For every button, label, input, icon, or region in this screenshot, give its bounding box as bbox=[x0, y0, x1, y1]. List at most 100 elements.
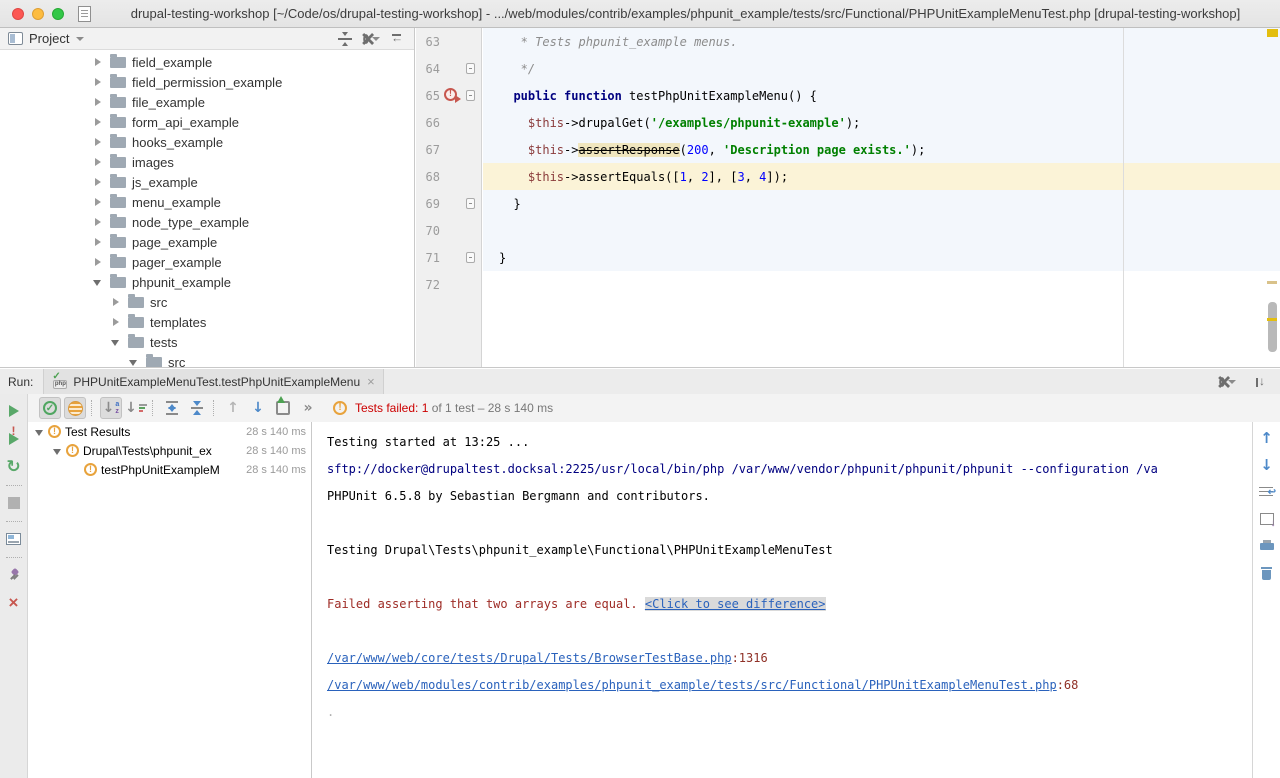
collapse-arrow-icon[interactable] bbox=[93, 277, 103, 287]
print-icon[interactable] bbox=[1256, 535, 1278, 557]
project-tree-item-images[interactable]: images bbox=[0, 152, 414, 172]
previous-failed-test-button[interactable]: ↑ bbox=[222, 397, 244, 419]
gear-icon[interactable] bbox=[362, 30, 380, 48]
more-actions-icon[interactable]: » bbox=[297, 397, 319, 419]
project-tree-item-field_permission_example[interactable]: field_permission_example bbox=[0, 72, 414, 92]
expand-arrow-icon[interactable] bbox=[111, 317, 121, 327]
project-tree-item-field_example[interactable]: field_example bbox=[0, 52, 414, 72]
project-tree-item-node_type_example[interactable]: node_type_example bbox=[0, 212, 414, 232]
import-test-results-button[interactable] bbox=[272, 397, 294, 419]
test-failed-gutter-icon[interactable]: ! bbox=[444, 88, 457, 101]
collapse-arrow-icon[interactable] bbox=[129, 357, 139, 367]
gutter-cell[interactable]: 67 bbox=[416, 136, 483, 163]
fold-marker-icon[interactable] bbox=[466, 63, 475, 74]
expand-arrow-icon[interactable] bbox=[93, 177, 103, 187]
expand-arrow-icon[interactable] bbox=[93, 57, 103, 67]
project-panel-title[interactable]: Project bbox=[29, 31, 69, 46]
project-tree-item-templates[interactable]: templates bbox=[0, 312, 414, 332]
project-tree-item-hooks_example[interactable]: hooks_example bbox=[0, 132, 414, 152]
gutter-cell[interactable]: 63 bbox=[416, 28, 483, 55]
gutter-cell[interactable]: 72 bbox=[416, 271, 483, 298]
chevron-down-icon[interactable] bbox=[76, 37, 84, 41]
close-tab-icon[interactable]: × bbox=[367, 375, 375, 388]
test-tree-item[interactable]: !Test Results28 s 140 ms bbox=[29, 422, 311, 441]
soft-wrap-icon[interactable] bbox=[1256, 481, 1278, 503]
sort-alphabetically-button[interactable]: ↓az bbox=[100, 397, 122, 419]
file-status-warning-marker[interactable] bbox=[1267, 29, 1278, 37]
expand-arrow-icon[interactable] bbox=[93, 97, 103, 107]
project-tree-item-form_api_example[interactable]: form_api_example bbox=[0, 112, 414, 132]
expand-all-button[interactable] bbox=[161, 397, 183, 419]
run-tab[interactable]: ✓php PHPUnitExampleMenuTest.testPhpUnitE… bbox=[43, 369, 383, 394]
up-stacktrace-icon[interactable]: ↑ bbox=[1256, 427, 1278, 449]
test-tree-item[interactable]: !Drupal\Tests\phpunit_ex28 s 140 ms bbox=[29, 441, 311, 460]
gutter-cell[interactable]: 66 bbox=[416, 109, 483, 136]
console-hyperlink[interactable]: /var/www/web/core/tests/Drupal/Tests/Bro… bbox=[327, 651, 732, 665]
project-tree-item-file_example[interactable]: file_example bbox=[0, 92, 414, 112]
test-tree-item[interactable]: !testPhpUnitExampleM28 s 140 ms bbox=[29, 460, 311, 479]
expand-arrow-icon[interactable] bbox=[93, 217, 103, 227]
expand-arrow-icon[interactable] bbox=[111, 297, 121, 307]
pin-tab-icon[interactable] bbox=[3, 564, 25, 586]
gutter-cell[interactable]: 71 bbox=[416, 244, 483, 271]
gutter-cell[interactable]: 69 bbox=[416, 190, 483, 217]
warning-stripe-mark[interactable] bbox=[1267, 281, 1277, 284]
test-console-output[interactable]: Testing started at 13:25 ...sftp://docke… bbox=[313, 422, 1252, 778]
fold-marker-icon[interactable] bbox=[466, 198, 475, 209]
sort-by-duration-button[interactable]: ↓ bbox=[125, 397, 147, 419]
console-hyperlink[interactable]: <Click to see difference> bbox=[645, 597, 826, 611]
expand-arrow-icon[interactable] bbox=[93, 117, 103, 127]
clear-all-icon[interactable] bbox=[1256, 562, 1278, 584]
error-stripe[interactable] bbox=[1264, 28, 1280, 367]
collapse-arrow-icon[interactable] bbox=[111, 337, 121, 347]
minimize-window-button[interactable] bbox=[32, 8, 44, 20]
expand-arrow-icon[interactable] bbox=[93, 157, 103, 167]
run-settings-gear-icon[interactable] bbox=[1218, 373, 1236, 391]
zoom-window-button[interactable] bbox=[52, 8, 64, 20]
collapse-arrow-icon[interactable] bbox=[53, 446, 63, 456]
code-editor[interactable]: 63 * Tests phpunit_example menus.64 */65… bbox=[416, 28, 1280, 367]
project-tree-item-page_example[interactable]: page_example bbox=[0, 232, 414, 252]
expand-arrow-icon[interactable] bbox=[93, 237, 103, 247]
restore-layout-icon[interactable] bbox=[3, 528, 25, 550]
project-tree-item-tests[interactable]: tests bbox=[0, 332, 414, 352]
expand-arrow-icon[interactable] bbox=[93, 77, 103, 87]
collapse-all-button[interactable] bbox=[186, 397, 208, 419]
scroll-to-end-icon[interactable] bbox=[1256, 508, 1278, 530]
rerun-button[interactable] bbox=[3, 400, 25, 422]
collapse-arrow-icon[interactable] bbox=[35, 427, 45, 437]
expand-arrow-icon[interactable] bbox=[93, 197, 103, 207]
expand-arrow-icon[interactable] bbox=[93, 257, 103, 267]
project-tree-item-pager_example[interactable]: pager_example bbox=[0, 252, 414, 272]
show-ignored-button[interactable] bbox=[64, 397, 86, 419]
close-run-panel-icon[interactable]: × bbox=[3, 592, 25, 614]
test-tree-label: testPhpUnitExampleM bbox=[101, 463, 246, 477]
toggle-auto-test-icon[interactable]: ↻ bbox=[3, 456, 25, 478]
project-tree-item-src[interactable]: src bbox=[0, 292, 414, 312]
hide-run-panel-icon[interactable] bbox=[1252, 373, 1270, 391]
next-failed-test-button[interactable]: ↓ bbox=[247, 397, 269, 419]
gutter-cell[interactable]: 68 bbox=[416, 163, 483, 190]
gutter-cell[interactable]: 64 bbox=[416, 55, 483, 82]
collapse-all-icon[interactable] bbox=[336, 30, 354, 48]
console-line: Failed asserting that two arrays are equ… bbox=[327, 590, 1252, 617]
fold-marker-icon[interactable] bbox=[466, 252, 475, 263]
project-tree-item-src[interactable]: src bbox=[0, 352, 414, 367]
folder-icon bbox=[110, 137, 126, 148]
gutter-cell[interactable]: 65! bbox=[416, 82, 483, 109]
console-hyperlink[interactable]: /var/www/web/modules/contrib/examples/ph… bbox=[327, 678, 1057, 692]
show-passed-button[interactable]: ✓ bbox=[39, 397, 61, 419]
stop-button[interactable] bbox=[3, 492, 25, 514]
project-tree-item-js_example[interactable]: js_example bbox=[0, 172, 414, 192]
project-tree-item-phpunit_example[interactable]: phpunit_example bbox=[0, 272, 414, 292]
expand-arrow-icon[interactable] bbox=[93, 137, 103, 147]
hide-panel-icon[interactable] bbox=[388, 30, 406, 48]
rerun-failed-tests-button[interactable]: ! bbox=[3, 428, 25, 450]
project-tree-item-menu_example[interactable]: menu_example bbox=[0, 192, 414, 212]
gutter-cell[interactable]: 70 bbox=[416, 217, 483, 244]
editor-scrollbar-thumb[interactable] bbox=[1268, 302, 1277, 352]
fold-marker-icon[interactable] bbox=[466, 90, 475, 101]
warning-stripe-mark-2[interactable] bbox=[1267, 318, 1277, 321]
down-stacktrace-icon[interactable]: ↓ bbox=[1256, 454, 1278, 476]
close-window-button[interactable] bbox=[12, 8, 24, 20]
